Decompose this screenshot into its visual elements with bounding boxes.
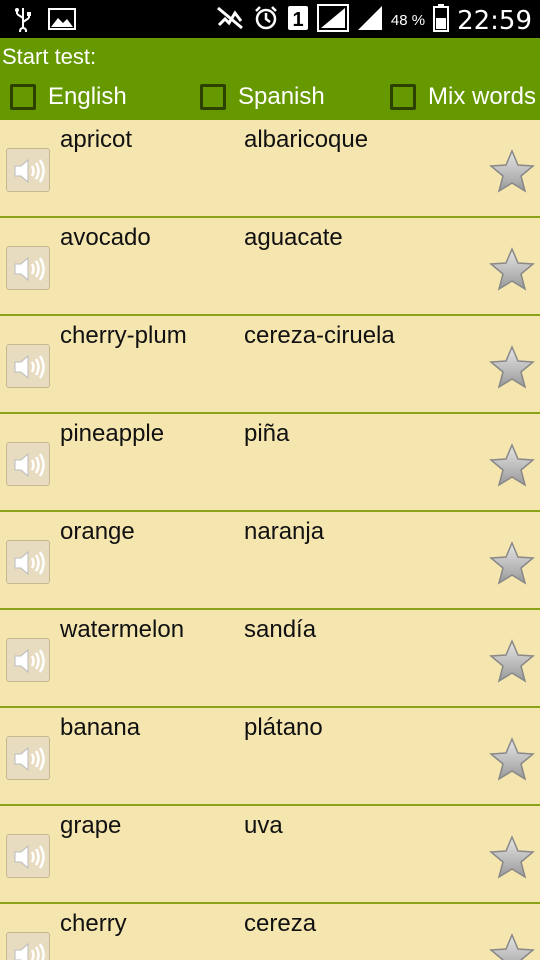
speaker-icon <box>14 452 45 478</box>
favorite-star-icon[interactable] <box>488 246 536 294</box>
english-word: grape <box>60 812 122 839</box>
test-header: Start test: English Spanish Mix words <box>0 38 540 120</box>
spanish-word: piña <box>244 420 290 447</box>
checkbox-box[interactable] <box>390 84 416 110</box>
checkbox-label: Mix words <box>428 83 537 110</box>
english-word: pineapple <box>60 420 165 447</box>
spanish-word: sandía <box>244 616 317 643</box>
word-row: cherry cereza <box>0 904 540 960</box>
word-row: apricot albaricoque <box>0 120 540 218</box>
speaker-icon <box>14 844 45 870</box>
speaker-button[interactable] <box>6 932 50 960</box>
speaker-icon <box>14 550 45 576</box>
speaker-icon <box>14 158 45 184</box>
checkbox-mix-words[interactable]: Mix words <box>390 83 536 111</box>
spanish-word: cereza-ciruela <box>244 322 395 349</box>
speaker-button[interactable] <box>6 344 50 388</box>
word-row: grape uva <box>0 806 540 904</box>
spanish-word: albaricoque <box>244 126 369 153</box>
english-word: banana <box>60 714 141 741</box>
sim-slot-label: 1 <box>292 9 303 31</box>
word-list: apricot albaricoque avocado aguacate che… <box>0 120 540 960</box>
speaker-icon <box>14 746 45 772</box>
checkbox-label: English <box>48 83 127 110</box>
english-word: watermelon <box>60 616 185 643</box>
speaker-icon <box>14 942 45 960</box>
word-row: orange naranja <box>0 512 540 610</box>
image-icon <box>48 8 76 35</box>
signal-icon <box>316 4 349 37</box>
speaker-icon <box>14 354 45 380</box>
checkbox-spanish[interactable]: Spanish <box>200 83 325 111</box>
usb-icon <box>14 6 32 37</box>
signal-icon <box>357 5 383 36</box>
start-test-label: Start test: <box>2 44 97 69</box>
favorite-star-icon[interactable] <box>488 638 536 686</box>
english-word: orange <box>60 518 135 545</box>
speaker-icon <box>14 648 45 674</box>
favorite-star-icon[interactable] <box>488 344 536 392</box>
spanish-word: cereza <box>244 910 317 937</box>
english-word: cherry <box>60 910 127 937</box>
favorite-star-icon[interactable] <box>488 540 536 588</box>
speaker-button[interactable] <box>6 736 50 780</box>
sim-icon: 1 <box>287 5 309 36</box>
spanish-word: aguacate <box>244 224 343 251</box>
spanish-word: naranja <box>244 518 325 545</box>
word-row: pineapple piña <box>0 414 540 512</box>
speaker-button[interactable] <box>6 442 50 486</box>
checkbox-box[interactable] <box>10 84 36 110</box>
favorite-star-icon[interactable] <box>488 834 536 882</box>
speaker-button[interactable] <box>6 148 50 192</box>
spanish-word: uva <box>244 812 283 839</box>
clock: 22:59 <box>457 5 532 36</box>
checkbox-box[interactable] <box>200 84 226 110</box>
favorite-star-icon[interactable] <box>488 736 536 784</box>
alarm-icon <box>253 5 279 36</box>
english-word: apricot <box>60 126 133 153</box>
mute-icon <box>215 5 245 36</box>
speaker-button[interactable] <box>6 834 50 878</box>
english-word: avocado <box>60 224 151 251</box>
battery-icon <box>433 4 450 37</box>
favorite-star-icon[interactable] <box>488 932 536 960</box>
word-row: cherry-plum cereza-ciruela <box>0 316 540 414</box>
spanish-word: plátano <box>244 714 323 741</box>
speaker-button[interactable] <box>6 638 50 682</box>
favorite-star-icon[interactable] <box>488 148 536 196</box>
favorite-star-icon[interactable] <box>488 442 536 490</box>
checkbox-english[interactable]: English <box>10 83 127 111</box>
status-bar: 1 48 % 22:59 <box>0 0 540 38</box>
english-word: cherry-plum <box>60 322 187 349</box>
battery-percent: 48 % <box>390 12 426 29</box>
word-row: banana plátano <box>0 708 540 806</box>
word-row: avocado aguacate <box>0 218 540 316</box>
speaker-button[interactable] <box>6 246 50 290</box>
word-row: watermelon sandía <box>0 610 540 708</box>
speaker-icon <box>14 256 45 282</box>
checkbox-label: Spanish <box>238 83 325 110</box>
speaker-button[interactable] <box>6 540 50 584</box>
